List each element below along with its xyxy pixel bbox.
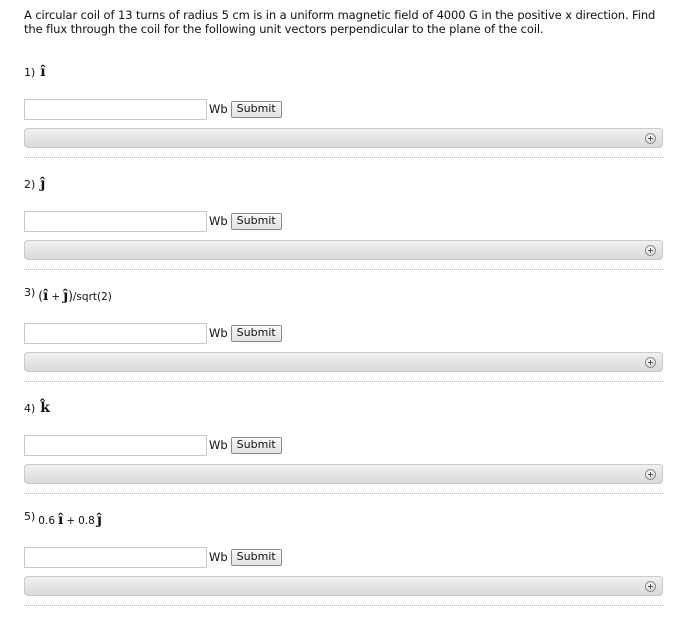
submit-button[interactable]: Submit <box>230 100 282 118</box>
answer-input[interactable] <box>24 98 207 120</box>
answer-row: Wb Submit <box>24 434 282 456</box>
unit-vector-i: î <box>40 64 46 80</box>
divider <box>24 381 663 382</box>
answer-row: Wb Submit <box>24 98 282 120</box>
divider <box>24 605 663 606</box>
unit-vector-i: î <box>58 512 64 528</box>
question-part-4: 4) k̂ Wb Submit <box>24 400 664 512</box>
hint-expand-bar[interactable] <box>24 576 663 596</box>
question-part-5: 5) 0.6 î + 0.8 ĵ Wb Submit <box>24 510 664 624</box>
unit-vector-k: k̂ <box>40 400 50 416</box>
unit-label: Wb <box>209 550 228 564</box>
answer-row: Wb Submit <box>24 546 282 568</box>
divider <box>24 493 663 494</box>
question-number: 4) <box>24 402 36 415</box>
question-label: 1) î <box>24 64 46 86</box>
question-part-1: 1) î Wb Submit <box>24 64 664 176</box>
plus-circle-icon[interactable] <box>645 581 656 592</box>
answer-input[interactable] <box>24 546 207 568</box>
unit-label: Wb <box>209 102 228 116</box>
coefficient: 0.8 <box>78 515 95 527</box>
answer-input[interactable] <box>24 210 207 232</box>
answer-input[interactable] <box>24 322 207 344</box>
plus-sign: + <box>66 515 76 527</box>
hint-expand-bar[interactable] <box>24 352 663 372</box>
divider <box>24 157 663 158</box>
unit-label: Wb <box>209 438 228 452</box>
plus-circle-icon[interactable] <box>645 245 656 256</box>
question-label: 5) 0.6 î + 0.8 ĵ <box>24 510 102 534</box>
plus-circle-icon[interactable] <box>645 469 656 480</box>
plus-circle-icon[interactable] <box>645 357 656 368</box>
unit-vector-i: î <box>42 288 49 304</box>
unit-label: Wb <box>209 326 228 340</box>
question-number: 3) <box>24 286 36 299</box>
answer-input[interactable] <box>24 434 207 456</box>
question-part-3: 3) ( î + ĵ ) /sqrt(2) Wb Submit <box>24 286 664 400</box>
unit-label: Wb <box>209 214 228 228</box>
question-label: 3) ( î + ĵ ) /sqrt(2) <box>24 286 112 310</box>
question-number: 5) <box>24 510 36 523</box>
plus-circle-icon[interactable] <box>645 133 656 144</box>
divider <box>24 269 663 270</box>
unit-vector-j: ĵ <box>96 512 102 528</box>
expression-suffix: /sqrt(2) <box>72 291 112 303</box>
question-part-2: 2) ĵ Wb Submit <box>24 176 664 288</box>
problem-statement: A circular coil of 13 turns of radius 5 … <box>24 8 656 36</box>
submit-button[interactable]: Submit <box>230 436 282 454</box>
submit-button[interactable]: Submit <box>230 324 282 342</box>
hint-expand-bar[interactable] <box>24 128 663 148</box>
question-number: 2) <box>24 178 36 191</box>
answer-row: Wb Submit <box>24 322 282 344</box>
coefficient: 0.6 <box>38 515 55 527</box>
hint-expand-bar[interactable] <box>24 464 663 484</box>
unit-vector-j: ĵ <box>40 176 46 192</box>
question-number: 1) <box>24 66 36 79</box>
plus-sign: + <box>51 291 61 303</box>
submit-button[interactable]: Submit <box>230 212 282 230</box>
question-label: 2) ĵ <box>24 176 45 198</box>
hint-expand-bar[interactable] <box>24 240 663 260</box>
submit-button[interactable]: Submit <box>230 548 282 566</box>
question-label: 4) k̂ <box>24 400 50 422</box>
answer-row: Wb Submit <box>24 210 282 232</box>
